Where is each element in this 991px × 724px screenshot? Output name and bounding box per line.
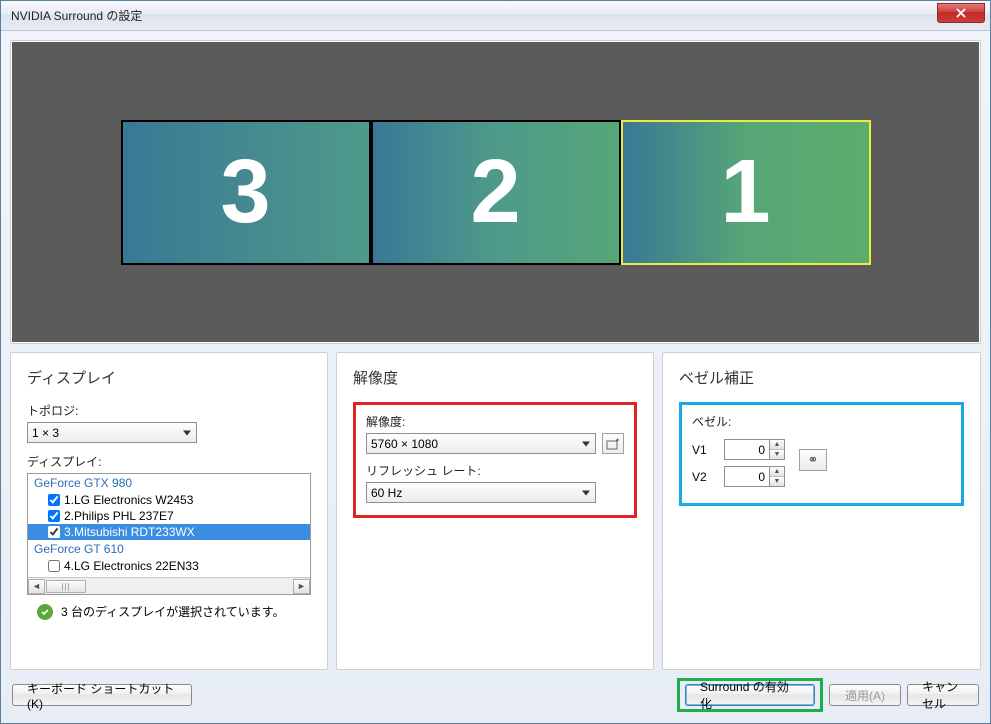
v2-label: V2 <box>692 470 716 484</box>
displays-label: ディスプレイ: <box>27 453 311 470</box>
display-item-3[interactable]: 3.Mitsubishi RDT233WX <box>28 524 310 540</box>
display-item-label: 2.Philips PHL 237E7 <box>64 509 174 523</box>
close-icon <box>955 8 967 18</box>
add-monitor-icon <box>606 438 620 450</box>
v1-spinner[interactable]: ▲ ▼ <box>724 439 785 460</box>
refresh-rate-value: 60 Hz <box>371 486 402 500</box>
resolution-panel: 解像度 解像度: 5760 × 1080 リフレッシュ レート: <box>336 352 654 670</box>
scroll-right-button[interactable]: ► <box>293 579 310 594</box>
v2-spin-up[interactable]: ▲ <box>770 467 784 477</box>
cancel-button[interactable]: キャンセル <box>907 684 979 706</box>
scroll-thumb[interactable]: ||| <box>46 580 86 593</box>
bezel-panel-title: ベゼル補正 <box>679 367 964 388</box>
resolution-value: 5760 × 1080 <box>371 437 438 451</box>
ok-icon <box>37 604 53 620</box>
display-checkbox-1[interactable] <box>48 494 60 506</box>
resolution-panel-title: 解像度 <box>353 367 637 388</box>
bezel-highlight-box: ベゼル: V1 ▲ ▼ <box>679 402 964 506</box>
link-icon: ⚭ <box>808 452 819 468</box>
refresh-rate-dropdown[interactable]: 60 Hz <box>366 482 596 503</box>
list-horizontal-scrollbar[interactable]: ◄ ||| ► <box>28 577 310 594</box>
v2-spin-down[interactable]: ▼ <box>770 477 784 486</box>
resolution-dropdown[interactable]: 5760 × 1080 <box>366 433 596 454</box>
v1-spin-up[interactable]: ▲ <box>770 440 784 450</box>
monitor-tile-1[interactable]: 1 <box>621 120 871 265</box>
bezel-panel: ベゼル補正 ベゼル: V1 ▲ ▼ <box>662 352 981 670</box>
apply-button[interactable]: 適用(A) <box>829 684 901 706</box>
monitor-tile-2[interactable]: 2 <box>371 120 621 265</box>
monitor-tile-3[interactable]: 3 <box>121 120 371 265</box>
displays-panel: ディスプレイ トポロジ: 1 × 3 ディスプレイ: GeForce GTX 9… <box>10 352 328 670</box>
status-text: 3 台のディスプレイが選択されています。 <box>61 603 285 620</box>
display-item-label: 3.Mitsubishi RDT233WX <box>64 525 195 539</box>
display-checkbox-2[interactable] <box>48 510 60 522</box>
v1-label: V1 <box>692 443 716 457</box>
enable-surround-button[interactable]: Surround の有効化 <box>685 684 815 706</box>
scroll-left-button[interactable]: ◄ <box>28 579 45 594</box>
add-custom-resolution-button[interactable] <box>602 433 624 454</box>
displays-listbox[interactable]: GeForce GTX 980 1.LG Electronics W2453 2… <box>27 473 311 595</box>
v2-input[interactable] <box>725 467 769 486</box>
topology-label: トポロジ: <box>27 402 311 419</box>
display-item-label: 4.LG Electronics 22EN33 <box>64 559 199 573</box>
gpu-heading-0: GeForce GTX 980 <box>28 474 310 492</box>
resolution-highlight-box: 解像度: 5760 × 1080 リフレッシュ レート: 60 Hz <box>353 402 637 518</box>
display-item-label: 1.LG Electronics W2453 <box>64 493 193 507</box>
v1-spin-down[interactable]: ▼ <box>770 450 784 459</box>
display-checkbox-3[interactable] <box>48 526 60 538</box>
v2-spinner[interactable]: ▲ ▼ <box>724 466 785 487</box>
display-item-2[interactable]: 2.Philips PHL 237E7 <box>28 508 310 524</box>
topology-value: 1 × 3 <box>32 426 59 440</box>
display-checkbox-4[interactable] <box>48 560 60 572</box>
keyboard-shortcuts-button[interactable]: キーボード ショートカット(K) <box>12 684 192 706</box>
window-title: NVIDIA Surround の設定 <box>11 7 142 24</box>
resolution-label: 解像度: <box>366 413 624 430</box>
link-values-button[interactable]: ⚭ <box>799 449 827 471</box>
enable-surround-highlight: Surround の有効化 <box>677 678 823 712</box>
display-item-4[interactable]: 4.LG Electronics 22EN33 <box>28 558 310 574</box>
display-item-1[interactable]: 1.LG Electronics W2453 <box>28 492 310 508</box>
v1-input[interactable] <box>725 440 769 459</box>
gpu-heading-1: GeForce GT 610 <box>28 540 310 558</box>
bezel-label: ベゼル: <box>692 413 951 430</box>
monitor-preview: 3 2 1 <box>12 42 979 342</box>
refresh-rate-label: リフレッシュ レート: <box>366 462 624 479</box>
close-button[interactable] <box>937 3 985 23</box>
title-bar: NVIDIA Surround の設定 <box>1 1 990 31</box>
displays-panel-title: ディスプレイ <box>27 367 311 388</box>
topology-dropdown[interactable]: 1 × 3 <box>27 422 197 443</box>
preview-frame: 3 2 1 <box>10 40 981 344</box>
